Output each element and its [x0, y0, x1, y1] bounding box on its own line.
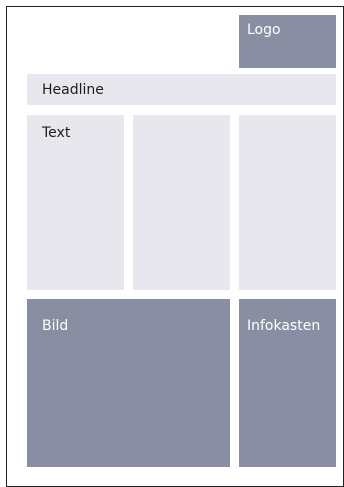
- bild-block: Bild: [27, 299, 230, 467]
- text-column-1: Text: [27, 115, 124, 290]
- logo-label: Logo: [247, 22, 281, 38]
- infokasten-block: Infokasten: [239, 299, 336, 467]
- text-label: Text: [42, 125, 71, 141]
- logo-block: Logo: [239, 15, 336, 68]
- headline-label: Headline: [42, 82, 104, 98]
- text-column-3: [239, 115, 336, 290]
- bild-label: Bild: [42, 318, 69, 334]
- text-column-2: [133, 115, 230, 290]
- infokasten-label: Infokasten: [247, 318, 321, 334]
- headline-block: Headline: [27, 74, 336, 105]
